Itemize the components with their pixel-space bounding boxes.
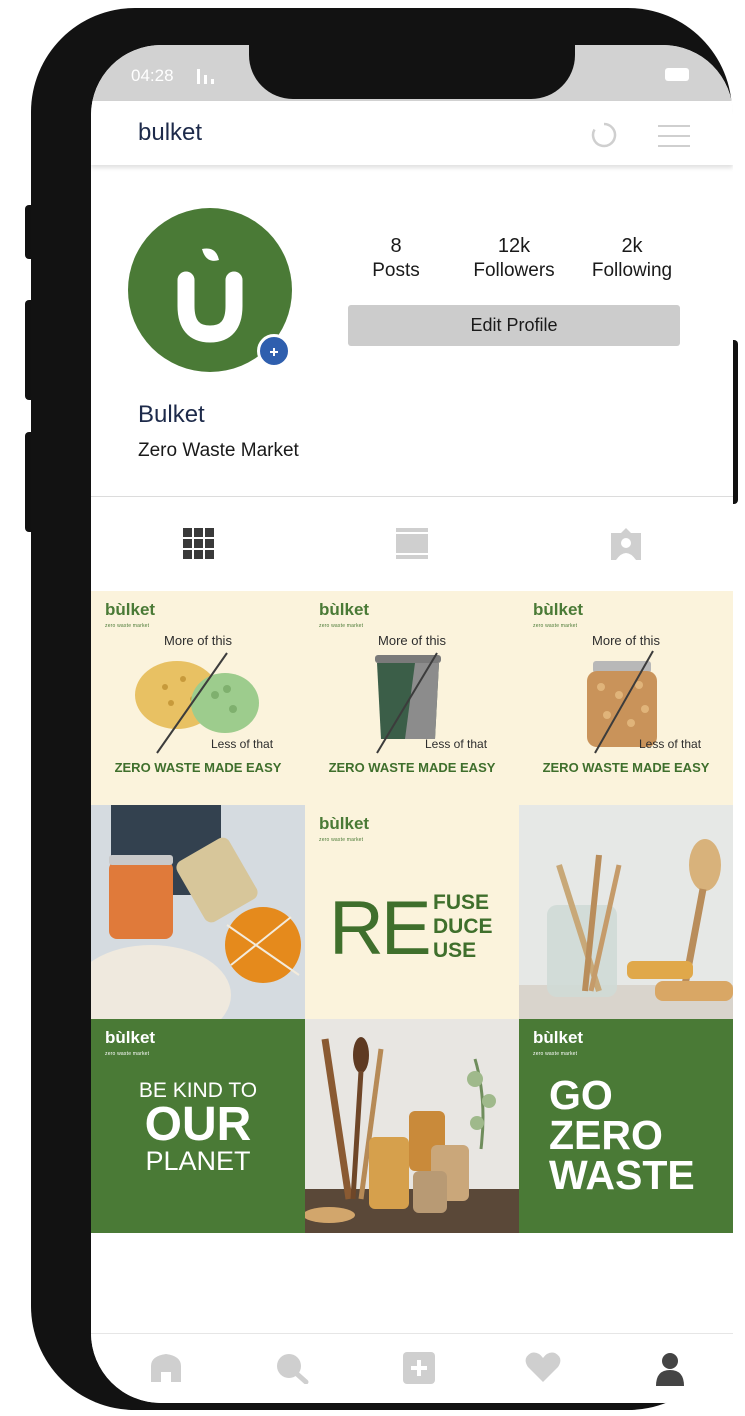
- phone-notch: [249, 45, 575, 99]
- posts-label: Posts: [372, 260, 420, 281]
- followers-label: Followers: [473, 260, 555, 281]
- post-logo-text: bùlket: [105, 1028, 156, 1047]
- profile-bio: Zero Waste Market: [138, 440, 299, 461]
- go-zero-line-1: GO: [549, 1072, 613, 1118]
- post-sponge[interactable]: bùlket zero waste market More of this Les…: [91, 591, 305, 805]
- tagged-icon: [611, 528, 641, 560]
- re-suffixes: FUSE DUCE USE: [433, 891, 493, 963]
- battery-icon: [665, 68, 689, 81]
- menu-icon[interactable]: [658, 125, 690, 147]
- add-story-button[interactable]: [257, 334, 291, 368]
- post-footer: ZERO WASTE MADE EASY: [114, 760, 282, 775]
- go-zero-waste-text: GO ZERO WASTE: [549, 1072, 695, 1198]
- post-logo: bùlket zero waste market: [105, 1028, 156, 1062]
- post-jars-photo[interactable]: [91, 805, 305, 1019]
- profile-tabs: [91, 497, 733, 591]
- nav-search[interactable]: [227, 1334, 355, 1403]
- re-word-1: FUSE: [433, 891, 490, 914]
- grid-icon: [183, 528, 214, 559]
- post-logo-tagline: zero waste market: [105, 1051, 150, 1057]
- following-label: Following: [591, 260, 673, 281]
- stat-posts[interactable]: 8 Posts: [341, 234, 451, 284]
- nav-home[interactable]: [101, 1334, 229, 1403]
- go-zero-line-3: WASTE: [549, 1152, 695, 1198]
- profile-name: Bulket: [138, 401, 205, 428]
- toothbrush-photo-image: [519, 805, 733, 1019]
- post-toothbrush-photo[interactable]: [519, 805, 733, 1019]
- edit-profile-button[interactable]: Edit Profile: [348, 305, 680, 346]
- refresh-icon[interactable]: [589, 120, 619, 150]
- post-caption-bottom: Less of that: [211, 737, 274, 751]
- home-icon: [151, 1354, 181, 1382]
- go-zero-line-2: ZERO: [549, 1112, 663, 1158]
- heart-icon: [525, 1352, 561, 1382]
- stat-followers[interactable]: 12k Followers: [459, 234, 569, 284]
- post-footer: ZERO WASTE MADE EASY: [542, 760, 710, 775]
- tab-grid[interactable]: [91, 497, 305, 591]
- nav-add-post[interactable]: [355, 1334, 483, 1403]
- re-word-2: DUCE: [433, 915, 493, 938]
- post-cup[interactable]: bùlket zero waste market More of this Les…: [305, 591, 519, 805]
- re-word-3: USE: [433, 939, 477, 962]
- post-logo-tagline: zero waste market: [533, 1051, 578, 1057]
- post-logo-tagline: zero waste market: [319, 837, 364, 843]
- nav-profile[interactable]: [607, 1334, 733, 1403]
- feed-icon: [396, 528, 428, 559]
- post-be-kind[interactable]: bùlket zero waste market BE KIND TO OUR P…: [91, 1019, 305, 1233]
- profile-icon: [656, 1353, 684, 1386]
- post-logo: bùlket zero waste market: [319, 814, 370, 848]
- status-time: 04:28: [131, 66, 174, 85]
- following-count: 2k: [621, 235, 643, 257]
- tab-feed[interactable]: [305, 497, 519, 591]
- be-kind-line-2: OUR: [144, 1098, 252, 1151]
- post-logo: bùlket zero waste market: [533, 1028, 584, 1062]
- posts-count: 8: [390, 235, 402, 257]
- jars-photo-image: [91, 805, 305, 1019]
- stat-following[interactable]: 2k Following: [577, 234, 687, 284]
- post-caption-bottom: Less of that: [639, 737, 702, 751]
- post-logo-text: bùlket: [533, 1028, 584, 1047]
- signal-icon: [197, 68, 227, 84]
- post-re-words[interactable]: bùlket zero waste market RE FUSE DUCE USE: [305, 805, 519, 1019]
- phone-screen: 04:28 bulket 8 Posts 12k Followers 2k Fo…: [91, 45, 733, 1403]
- re-prefix: RE: [329, 886, 432, 971]
- utensils-photo-image: [305, 1019, 519, 1233]
- search-icon: [277, 1354, 309, 1384]
- nav-activity[interactable]: [477, 1334, 605, 1403]
- bottom-navigation: [91, 1333, 733, 1403]
- phone-frame: 04:28 bulket 8 Posts 12k Followers 2k Fo…: [31, 8, 733, 1410]
- followers-count: 12k: [497, 235, 531, 257]
- post-caption-bottom: Less of that: [425, 737, 488, 751]
- add-post-icon: [403, 1352, 435, 1384]
- post-utensils-photo[interactable]: [305, 1019, 519, 1233]
- posts-grid: bùlket zero waste market More of this Les…: [91, 591, 733, 1233]
- post-chickpea-jar[interactable]: bùlket zero waste market More of this Les…: [519, 591, 733, 805]
- tab-tagged[interactable]: [519, 497, 733, 591]
- post-logo-text: bùlket: [319, 814, 370, 833]
- app-header: bulket: [91, 101, 733, 165]
- post-footer: ZERO WASTE MADE EASY: [328, 760, 496, 775]
- account-username: bulket: [138, 119, 203, 146]
- post-go-zero-waste[interactable]: bùlket zero waste market GO ZERO WASTE: [519, 1019, 733, 1233]
- be-kind-line-3: PLANET: [145, 1146, 251, 1176]
- be-kind-text: BE KIND TO OUR PLANET: [91, 1079, 305, 1175]
